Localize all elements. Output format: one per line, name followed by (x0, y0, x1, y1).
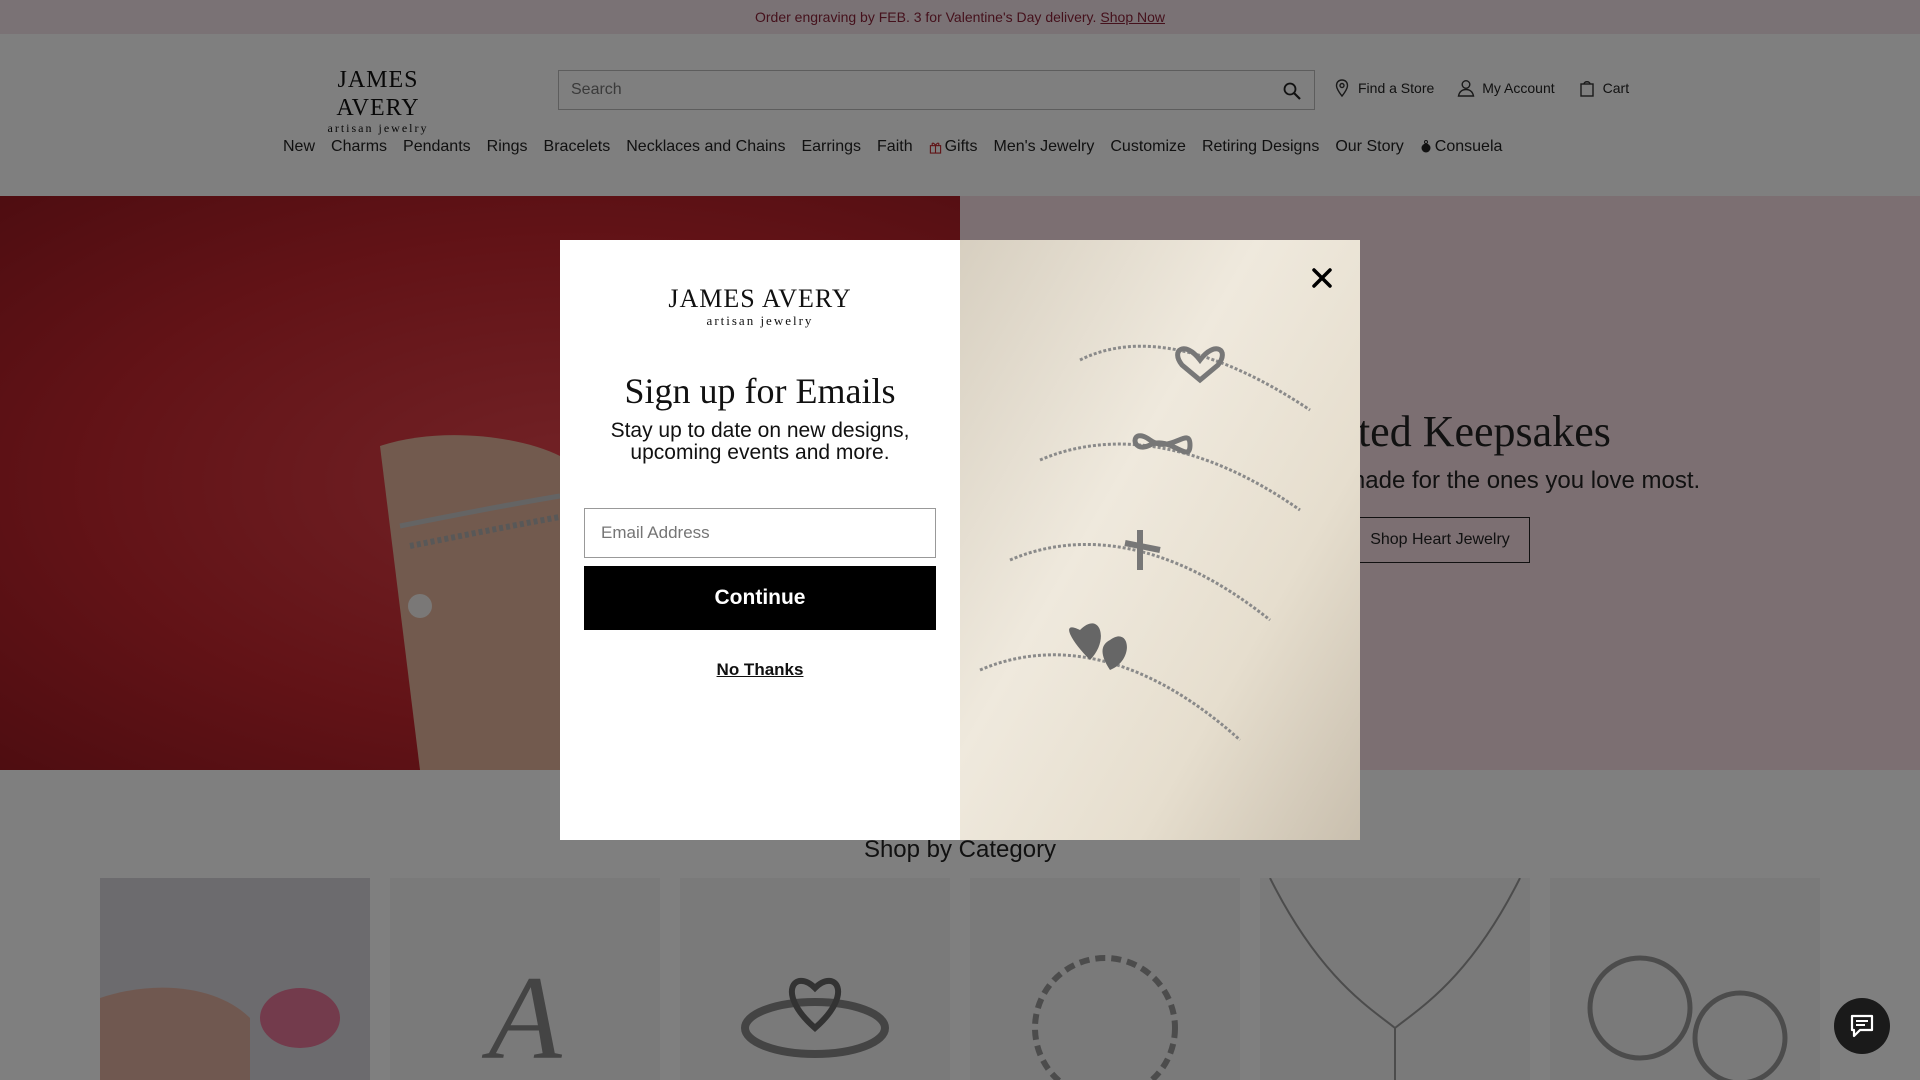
email-field-wrapper (584, 508, 936, 558)
bracelets-on-cream-image (979, 344, 1311, 742)
modal-subtitle: Stay up to date on new designs, upcoming… (610, 419, 910, 464)
no-thanks-link[interactable]: No Thanks (560, 660, 960, 680)
chat-bubble-icon (1850, 1014, 1874, 1038)
bracelets-product-image (960, 240, 1360, 840)
close-icon[interactable] (1308, 264, 1336, 292)
email-signup-form: JAMES AVERY artisan jewelry Sign up for … (560, 240, 960, 840)
email-signup-modal: JAMES AVERY artisan jewelry Sign up for … (560, 240, 1360, 840)
chat-button[interactable] (1834, 998, 1890, 1054)
modal-logo-tagline: artisan jewelry (706, 313, 814, 328)
modal-logo-wordmark: JAMES AVERY (668, 284, 852, 313)
continue-button[interactable]: Continue (584, 566, 936, 630)
email-field[interactable] (585, 509, 935, 557)
modal-logo: JAMES AVERY artisan jewelry (660, 284, 860, 327)
modal-title: Sign up for Emails (624, 371, 896, 411)
